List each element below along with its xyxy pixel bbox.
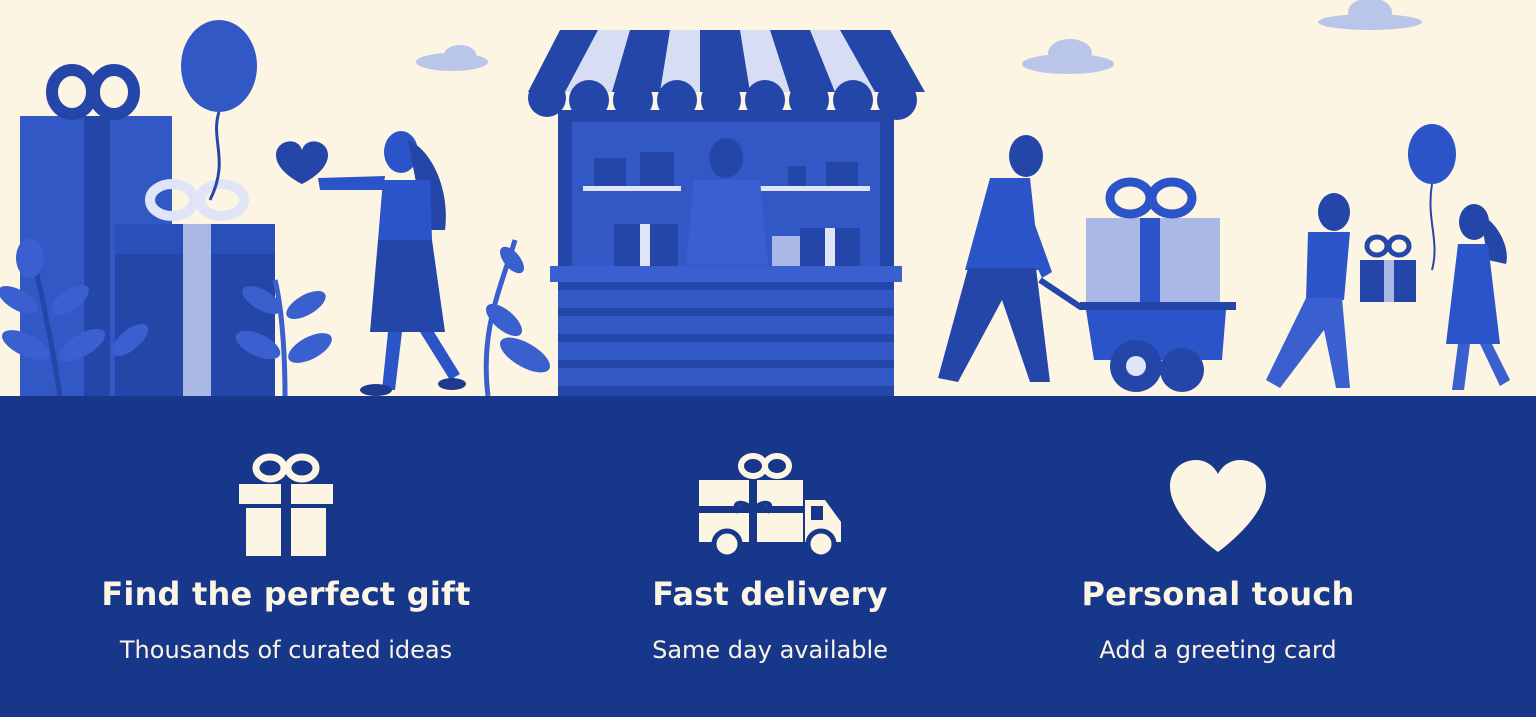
feature-title: Find the perfect gift bbox=[101, 575, 471, 613]
hero-illustration bbox=[0, 0, 1536, 396]
delivery-truck-icon bbox=[697, 452, 843, 562]
market-stall bbox=[483, 30, 925, 396]
gift-shop-banner: Find the perfect gift Thousands of curat… bbox=[0, 0, 1536, 717]
feature-fast-delivery: Fast delivery Same day available bbox=[540, 396, 1000, 717]
feature-subtitle: Add a greeting card bbox=[1099, 636, 1337, 664]
feature-personal-touch: Personal touch Add a greeting card bbox=[988, 396, 1448, 717]
feature-find-gift: Find the perfect gift Thousands of curat… bbox=[56, 396, 516, 717]
children-exchanging-gift bbox=[1266, 124, 1510, 390]
feature-title: Fast delivery bbox=[652, 575, 888, 613]
heart-icon bbox=[1168, 458, 1268, 558]
feature-subtitle: Same day available bbox=[652, 636, 888, 664]
features-band: Find the perfect gift Thousands of curat… bbox=[0, 396, 1536, 717]
man-pushing-cart bbox=[938, 135, 1236, 392]
feature-title: Personal touch bbox=[1081, 575, 1355, 613]
feature-subtitle: Thousands of curated ideas bbox=[119, 636, 453, 664]
gift-market-scene bbox=[0, 0, 1510, 396]
gift-box-icon bbox=[236, 452, 336, 562]
